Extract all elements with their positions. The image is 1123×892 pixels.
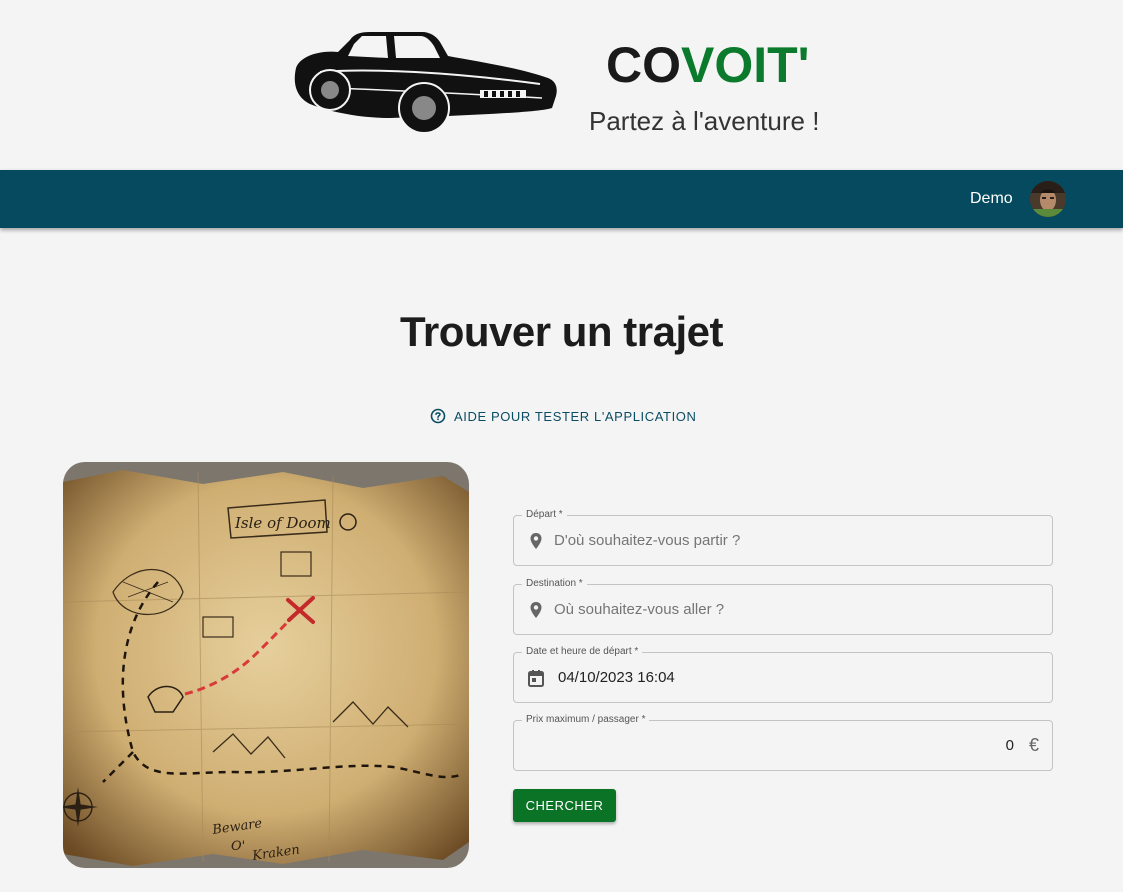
help-link-label: AIDE POUR TESTER L'APPLICATION [454, 408, 697, 424]
site-header: COVOIT' Partez à l'aventure ! [0, 0, 1123, 170]
location-pin-icon [530, 533, 542, 549]
treasure-map-image: Isle of Doom Beware O' Kraken [63, 462, 469, 868]
destination-field[interactable]: Destination * [513, 578, 1053, 635]
map-label-o: O' [231, 839, 245, 854]
max-price-value[interactable]: 0 [1006, 721, 1014, 770]
help-test-link[interactable]: AIDE POUR TESTER L'APPLICATION [430, 408, 697, 424]
help-circle-icon [430, 408, 446, 424]
max-price-field[interactable]: Prix maximum / passager * 0 € [513, 714, 1053, 771]
car-icon[interactable] [290, 28, 560, 134]
map-label-isle: Isle of Doom [234, 514, 331, 532]
euro-icon: € [1028, 735, 1039, 755]
tagline: Partez à l'aventure ! [589, 106, 820, 136]
datetime-field[interactable]: Date et heure de départ * 04/10/2023 16:… [513, 646, 1053, 703]
destination-input[interactable] [554, 585, 1034, 634]
search-button[interactable]: CHERCHER [513, 789, 616, 822]
user-name[interactable]: Demo [970, 190, 1013, 208]
departure-input[interactable] [554, 516, 1034, 565]
calendar-icon[interactable] [526, 668, 546, 688]
user-avatar[interactable] [1030, 181, 1066, 217]
max-price-label: Prix maximum / passager * [522, 714, 650, 726]
brand-part-co: CO [606, 37, 681, 93]
top-navbar: Demo [0, 170, 1123, 228]
page-title: Trouver un trajet [400, 308, 723, 355]
brand-part-voit: VOIT' [681, 37, 810, 93]
datetime-value[interactable]: 04/10/2023 16:04 [558, 653, 1038, 702]
brand-logo-text[interactable]: COVOIT' [606, 38, 810, 92]
departure-field[interactable]: Départ * [513, 509, 1053, 566]
location-pin-icon [530, 602, 542, 618]
